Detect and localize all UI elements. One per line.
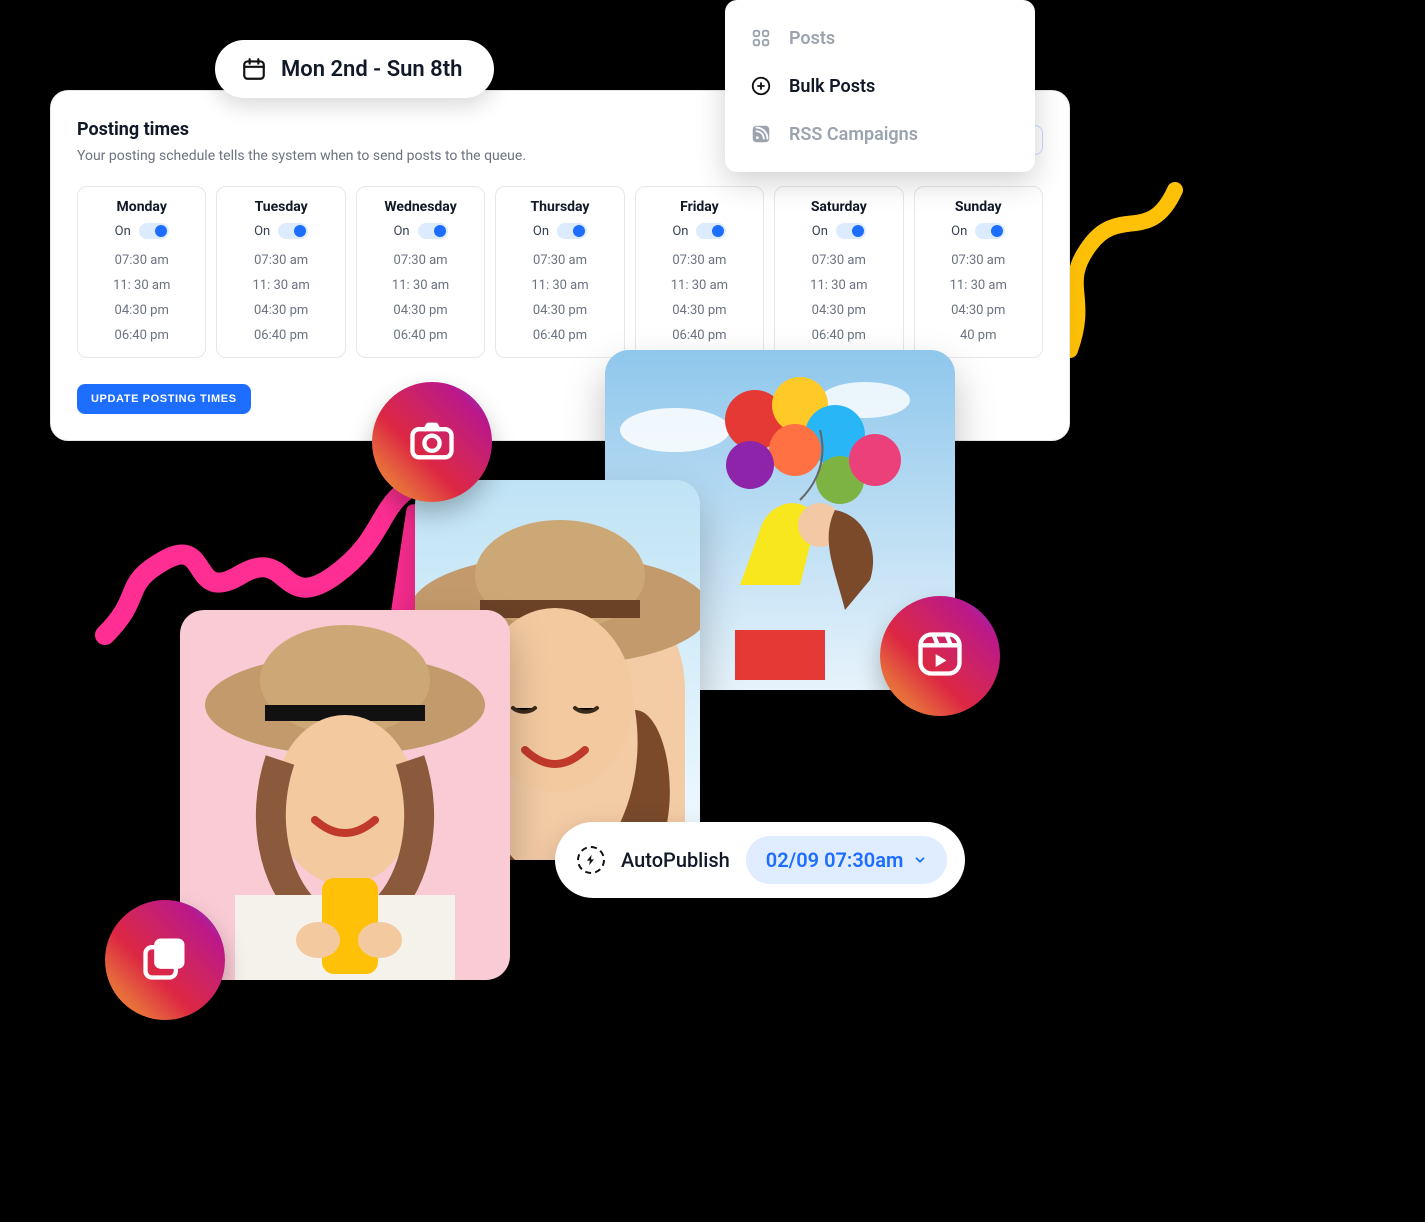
- day-toggle[interactable]: [278, 223, 308, 239]
- day-name: Thursday: [506, 199, 613, 215]
- day-toggle[interactable]: [696, 223, 726, 239]
- carousel-icon: [139, 932, 191, 988]
- plus-circle-icon: [749, 74, 773, 98]
- autopublish-datetime-chip[interactable]: 02/09 07:30am: [746, 836, 948, 884]
- posting-time[interactable]: 11: 30 am: [227, 278, 334, 293]
- day-times-list: 07:30 am 11: 30 am 04:30 pm 06:40 pm: [506, 253, 613, 343]
- posting-time[interactable]: 06:40 pm: [227, 328, 334, 343]
- reels-icon: [914, 628, 966, 684]
- instagram-camera-badge: [372, 382, 492, 502]
- posting-time[interactable]: 04:30 pm: [646, 303, 753, 318]
- autopublish-datetime: 02/09 07:30am: [766, 848, 904, 872]
- posting-time[interactable]: 04:30 pm: [925, 303, 1032, 318]
- menu-item-label: Posts: [789, 28, 835, 49]
- days-row: Monday On 07:30 am 11: 30 am 04:30 pm 06:40…: [77, 186, 1043, 358]
- toggle-label: On: [672, 224, 688, 239]
- posting-time[interactable]: 06:40 pm: [646, 328, 753, 343]
- day-name: Saturday: [785, 199, 892, 215]
- date-range-pill[interactable]: Mon 2nd - Sun 8th: [215, 40, 494, 98]
- autopublish-pill: AutoPublish 02/09 07:30am: [555, 822, 965, 898]
- day-card-sunday: Sunday On 07:30 am 11: 30 am 04:30 pm 40 pm: [914, 186, 1043, 358]
- day-toggle[interactable]: [836, 223, 866, 239]
- posting-time[interactable]: 11: 30 am: [925, 278, 1032, 293]
- day-card-friday: Friday On 07:30 am 11: 30 am 04:30 pm 06:40…: [635, 186, 764, 358]
- toggle-label: On: [951, 224, 967, 239]
- rss-icon: [749, 122, 773, 146]
- day-toggle[interactable]: [975, 223, 1005, 239]
- day-toggle[interactable]: [139, 223, 169, 239]
- day-name: Wednesday: [367, 199, 474, 215]
- menu-item-label: Bulk Posts: [789, 76, 875, 97]
- posting-time[interactable]: 04:30 pm: [367, 303, 474, 318]
- posting-time[interactable]: 11: 30 am: [785, 278, 892, 293]
- posting-time[interactable]: 07:30 am: [227, 253, 334, 268]
- posting-time[interactable]: 40 pm: [925, 328, 1032, 343]
- day-times-list: 07:30 am 11: 30 am 04:30 pm 06:40 pm: [227, 253, 334, 343]
- instagram-carousel-badge: [105, 900, 225, 1020]
- posting-time[interactable]: 07:30 am: [925, 253, 1032, 268]
- posting-time[interactable]: 04:30 pm: [785, 303, 892, 318]
- day-times-list: 07:30 am 11: 30 am 04:30 pm 06:40 pm: [785, 253, 892, 343]
- menu-item-label: RSS Campaigns: [789, 124, 918, 145]
- day-card-thursday: Thursday On 07:30 am 11: 30 am 04:30 pm 06:…: [495, 186, 624, 358]
- camera-icon: [406, 414, 458, 470]
- grid-icon: [749, 26, 773, 50]
- calendar-icon: [241, 56, 267, 82]
- instagram-reels-badge: [880, 596, 1000, 716]
- day-toggle[interactable]: [418, 223, 448, 239]
- posting-time[interactable]: 06:40 pm: [785, 328, 892, 343]
- menu-item-bulk-posts[interactable]: Bulk Posts: [725, 62, 1035, 110]
- posting-time[interactable]: 11: 30 am: [367, 278, 474, 293]
- posting-time[interactable]: 07:30 am: [646, 253, 753, 268]
- date-range-label: Mon 2nd - Sun 8th: [281, 57, 462, 82]
- update-posting-times-button[interactable]: UPDATE POSTING TIMES: [77, 384, 251, 414]
- toggle-label: On: [533, 224, 549, 239]
- posting-time[interactable]: 06:40 pm: [367, 328, 474, 343]
- day-card-wednesday: Wednesday On 07:30 am 11: 30 am 04:30 pm 06…: [356, 186, 485, 358]
- day-times-list: 07:30 am 11: 30 am 04:30 pm 06:40 pm: [646, 253, 753, 343]
- toggle-label: On: [812, 224, 828, 239]
- menu-item-posts[interactable]: Posts: [725, 14, 1035, 62]
- compose-menu: Posts Bulk Posts RSS Campaigns: [725, 0, 1035, 172]
- posting-time[interactable]: 07:30 am: [88, 253, 195, 268]
- decorative-squiggle-yellow: [1055, 175, 1195, 365]
- day-times-list: 07:30 am 11: 30 am 04:30 pm 06:40 pm: [367, 253, 474, 343]
- day-times-list: 07:30 am 11: 30 am 04:30 pm 06:40 pm: [88, 253, 195, 343]
- day-times-list: 07:30 am 11: 30 am 04:30 pm 40 pm: [925, 253, 1032, 343]
- day-card-tuesday: Tuesday On 07:30 am 11: 30 am 04:30 pm 06:4…: [216, 186, 345, 358]
- toggle-label: On: [393, 224, 409, 239]
- posting-time[interactable]: 06:40 pm: [88, 328, 195, 343]
- day-name: Sunday: [925, 199, 1032, 215]
- posting-time[interactable]: 11: 30 am: [506, 278, 613, 293]
- day-name: Friday: [646, 199, 753, 215]
- autopublish-icon: [577, 846, 605, 874]
- day-toggle[interactable]: [557, 223, 587, 239]
- day-card-saturday: Saturday On 07:30 am 11: 30 am 04:30 pm 06:…: [774, 186, 903, 358]
- posting-time[interactable]: 11: 30 am: [88, 278, 195, 293]
- posting-time[interactable]: 04:30 pm: [88, 303, 195, 318]
- posting-time[interactable]: 04:30 pm: [227, 303, 334, 318]
- menu-item-rss-campaigns[interactable]: RSS Campaigns: [725, 110, 1035, 158]
- autopublish-label: AutoPublish: [621, 848, 730, 872]
- day-name: Tuesday: [227, 199, 334, 215]
- posting-time[interactable]: 07:30 am: [367, 253, 474, 268]
- posting-time[interactable]: 11: 30 am: [646, 278, 753, 293]
- toggle-label: On: [115, 224, 131, 239]
- posting-time[interactable]: 04:30 pm: [506, 303, 613, 318]
- posting-time[interactable]: 06:40 pm: [506, 328, 613, 343]
- posting-time[interactable]: 07:30 am: [506, 253, 613, 268]
- toggle-label: On: [254, 224, 270, 239]
- content-image-phone: [180, 610, 510, 980]
- day-name: Monday: [88, 199, 195, 215]
- chevron-down-icon: [913, 853, 927, 867]
- day-card-monday: Monday On 07:30 am 11: 30 am 04:30 pm 06:40…: [77, 186, 206, 358]
- posting-time[interactable]: 07:30 am: [785, 253, 892, 268]
